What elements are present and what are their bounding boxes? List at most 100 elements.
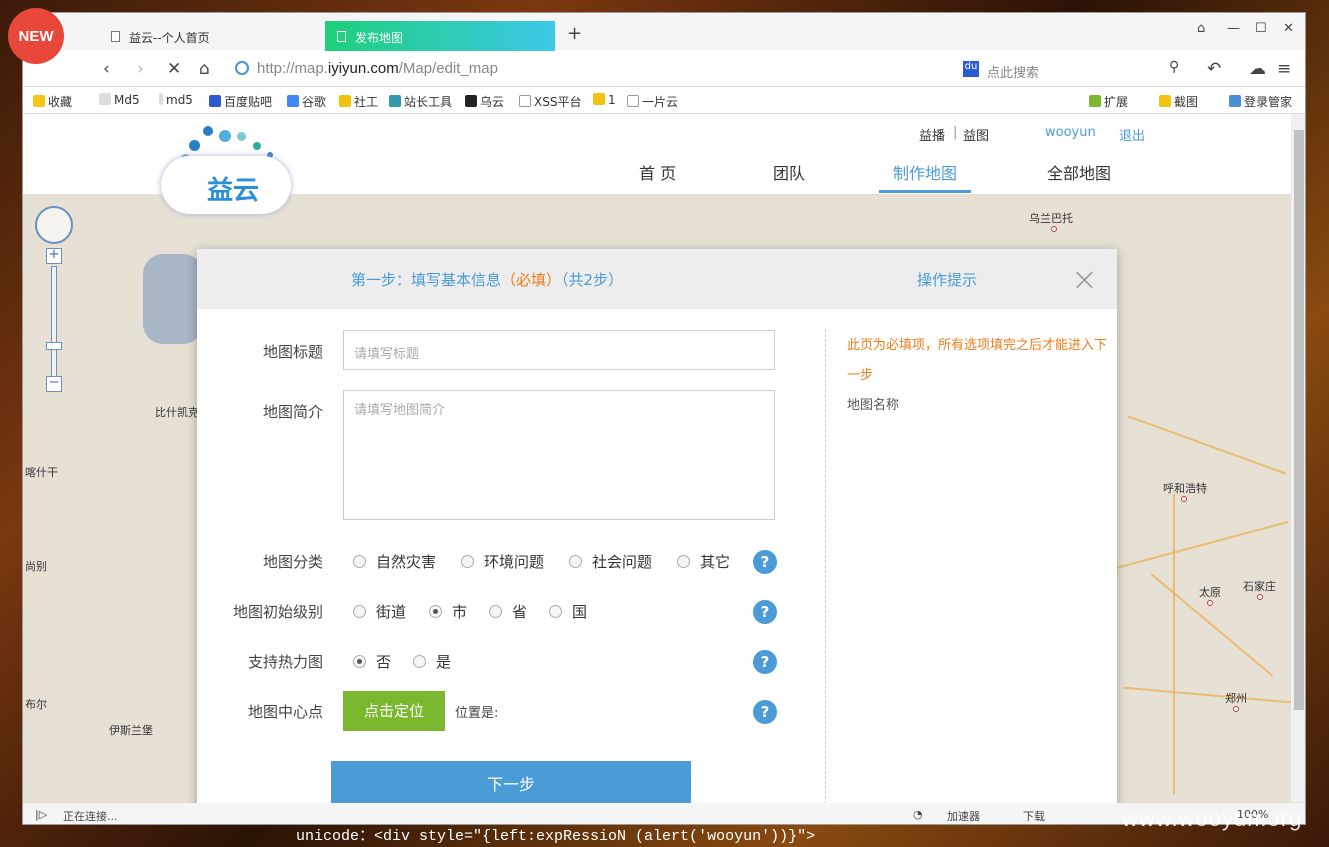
description-label: 地图简介 [262, 403, 323, 421]
browser-window: 益云--个人首页 发布地图 + ⌂ — ☐ ✕ ‹ › ✕ ⌂ http://m… [22, 12, 1306, 825]
help-icon[interactable]: ? [753, 700, 777, 724]
page-icon [111, 31, 120, 42]
bookmark-login-manager[interactable]: 登录管家 [1229, 93, 1292, 110]
city-marker [1181, 496, 1187, 502]
nav-make-map[interactable]: 制作地图 [879, 160, 972, 193]
link-separator: | [953, 125, 958, 140]
radio-checked-icon [353, 655, 366, 668]
forward-icon[interactable]: › [137, 59, 144, 79]
zoom-in-icon[interactable]: + [46, 248, 62, 264]
link-yitu[interactable]: 益图 [963, 125, 989, 144]
tab-bar: 益云--个人首页 发布地图 + ⌂ — ☐ ✕ [23, 13, 1305, 51]
site-logo[interactable]: 益云 [161, 156, 291, 214]
new-badge: NEW [8, 8, 64, 64]
bookmark-md5-lower[interactable]: md5 [159, 93, 193, 107]
globe-icon [235, 61, 249, 75]
category-social[interactable]: 社会问题 [569, 551, 652, 572]
tips-panel: 此页为必填项，所有选项填完之后才能进入下一步 地图名称 [847, 331, 1107, 421]
bookmark-tieba[interactable]: 百度贴吧 [209, 93, 272, 110]
bookmark-xss[interactable]: XSS平台 [519, 93, 581, 110]
category-natural-disaster[interactable]: 自然灾害 [353, 551, 436, 572]
link-username[interactable]: wooyun [1045, 125, 1096, 140]
map-label: 郑州 [1225, 692, 1247, 705]
nav-team[interactable]: 团队 [773, 160, 805, 184]
next-step-button[interactable]: 下一步 [331, 761, 691, 803]
new-tab-button[interactable]: + [567, 23, 582, 44]
level-street[interactable]: 街道 [353, 601, 406, 622]
speedup-icon[interactable]: ◔ [913, 808, 923, 821]
nav-all-maps[interactable]: 全部地图 [1047, 160, 1111, 184]
divider [825, 329, 826, 803]
heatmap-yes[interactable]: 是 [413, 651, 451, 672]
cloud-icon[interactable]: ☁ [1249, 59, 1266, 79]
step-title: 第一步：填写基本信息（必填）（共2步） [351, 271, 624, 289]
map-zoom-control: + − [35, 206, 73, 392]
map-label: 石家庄 [1243, 580, 1276, 593]
bookmark-screenshot[interactable]: 截图 [1159, 93, 1198, 110]
radio-icon [677, 555, 690, 568]
help-icon[interactable]: ? [753, 550, 777, 574]
category-environment[interactable]: 环境问题 [461, 551, 544, 572]
site-header: 益云 益播 | 益图 wooyun 退出 首 页 团队 制作地图 全部地图 [23, 114, 1291, 214]
address-bar[interactable]: http://map.iyiyun.com/Map/edit_map [231, 55, 921, 83]
zoom-slider-handle[interactable] [46, 342, 62, 350]
bookmark-wooyun[interactable]: 乌云 [465, 93, 504, 110]
map-label: 乌兰巴托 [1029, 212, 1073, 225]
scrollbar-thumb[interactable] [1294, 130, 1304, 710]
title-input[interactable]: 请填写标题 [343, 330, 775, 370]
maximize-icon[interactable]: ☐ [1255, 21, 1267, 36]
lake-shape [143, 254, 203, 344]
tab-personal-home[interactable]: 益云--个人首页 [99, 21, 319, 51]
category-other[interactable]: 其它 [677, 551, 730, 572]
center-point-label: 地图中心点 [247, 703, 323, 721]
tab-publish-map[interactable]: 发布地图 [325, 21, 555, 51]
watermark: www.wooyun.org [1122, 806, 1303, 831]
menu-icon[interactable]: ≡ [1277, 59, 1291, 79]
bookmark-yipianyun[interactable]: 一片云 [627, 93, 678, 110]
close-window-icon[interactable]: ✕ [1283, 21, 1294, 36]
help-icon[interactable]: ? [753, 600, 777, 624]
search-box[interactable]: du 点此搜索 [961, 55, 1181, 83]
close-icon[interactable]: × [1071, 263, 1098, 295]
code-overlay-text: unicode：<div style="{left:expRessioN (al… [296, 828, 816, 845]
position-label: 位置是: [455, 706, 499, 721]
locate-button[interactable]: 点击定位 [343, 691, 445, 731]
accelerator-button[interactable]: 加速器 [947, 808, 980, 824]
page-scrollbar[interactable] [1291, 114, 1305, 803]
heatmap-no[interactable]: 否 [353, 651, 391, 672]
sidebar-toggle-icon[interactable]: |▷ [35, 808, 47, 821]
undo-icon[interactable]: ↶ [1207, 59, 1221, 79]
baidu-icon: du [963, 61, 979, 77]
field-hint: 地图名称 [847, 398, 900, 413]
map-label: 尚别 [25, 560, 47, 573]
category-label: 地图分类 [262, 553, 323, 571]
bookmark-webmaster[interactable]: 站长工具 [389, 93, 452, 110]
download-button[interactable]: 下载 [1023, 808, 1045, 824]
bookmark-favorites[interactable]: 收藏 [33, 93, 72, 110]
radio-icon [569, 555, 582, 568]
level-country[interactable]: 国 [549, 601, 587, 622]
pan-control-icon[interactable] [35, 206, 73, 244]
level-city[interactable]: 市 [429, 601, 467, 622]
bookmark-google[interactable]: 谷歌 [287, 93, 326, 110]
bookmark-folder-1[interactable]: 1 [593, 93, 616, 107]
bookmark-extensions[interactable]: 扩展 [1089, 93, 1128, 110]
back-icon[interactable]: ‹ [103, 59, 110, 79]
link-yibo[interactable]: 益播 [919, 125, 945, 144]
stop-icon[interactable]: ✕ [167, 59, 181, 79]
zoom-slider[interactable] [51, 266, 57, 384]
search-icon[interactable]: ⚲ [1169, 59, 1179, 75]
radio-icon [353, 605, 366, 618]
skin-icon[interactable]: ⌂ [1197, 21, 1205, 36]
bookmark-md5[interactable]: Md5 [99, 93, 140, 107]
help-icon[interactable]: ? [753, 650, 777, 674]
nav-home[interactable]: 首 页 [639, 160, 676, 184]
zoom-out-icon[interactable]: − [46, 376, 62, 392]
link-logout[interactable]: 退出 [1119, 125, 1145, 144]
level-province[interactable]: 省 [489, 601, 527, 622]
description-textarea[interactable]: 请填写地图简介 [343, 390, 775, 520]
home-icon[interactable]: ⌂ [199, 59, 210, 79]
minimize-icon[interactable]: — [1227, 21, 1240, 36]
bookmark-folder-social[interactable]: 社工 [339, 93, 378, 110]
page-icon [337, 31, 346, 42]
